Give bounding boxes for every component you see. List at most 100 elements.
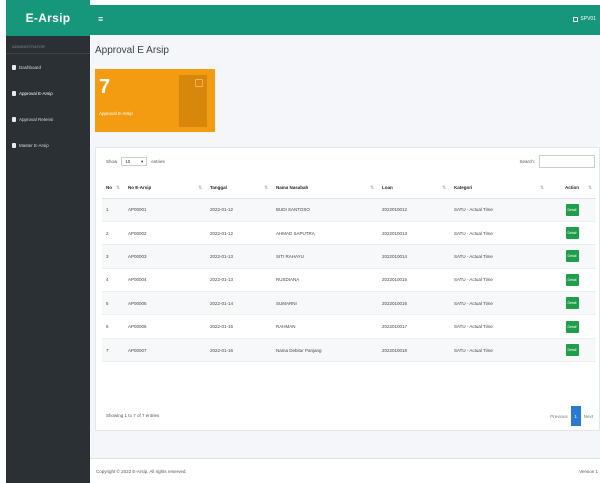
version-text: Version 1 (579, 469, 598, 474)
column-header-kategori[interactable]: Kategori ⇅ (450, 178, 548, 199)
cell-action: Detail (548, 314, 596, 339)
entries-control: Show 10 ▾ entries (106, 157, 165, 166)
cell-no: 6 (102, 314, 124, 339)
topbar: ≡ SPV01 (90, 5, 600, 35)
cell-action: Detail (548, 338, 596, 363)
stat-label: Approval E-Arsip (99, 111, 133, 116)
table-row: 7 AP00007 2022-01-16 Nama Debitur Panjan… (102, 338, 596, 363)
cell-loan: 2022010013 (378, 221, 450, 246)
cell-nama-nasabah: AHMAD SAPUTRA (272, 221, 378, 246)
search-control: Search: (519, 155, 595, 168)
cell-action: Detail (548, 291, 596, 316)
sidebar: E-Arsip ADMINISTRATOR Dashboard Approval… (6, 0, 90, 483)
cell-no-earsip: AP00005 (124, 291, 206, 316)
cell-kategori: SATU - Actual Time (450, 338, 548, 363)
search-input[interactable] (539, 155, 595, 168)
table-header-row: No ⇅ No E-Arsip ⇅ Tanggal ⇅ Nama Nasabah ⇅ L… (102, 178, 596, 199)
cell-loan: 2022010018 (378, 338, 450, 363)
cell-no: 7 (102, 338, 124, 363)
cell-kategori: SATU - Actual Time (450, 314, 548, 339)
search-label: Search: (519, 159, 535, 164)
cell-action: Detail (548, 244, 596, 269)
stat-card[interactable]: 7 Approval E-Arsip (95, 69, 215, 132)
cell-no-earsip: AP00001 (124, 198, 206, 222)
cell-nama-nasabah: RUSDIANA (272, 268, 378, 293)
file-icon (12, 90, 16, 96)
cell-kategori: SATU - Actual Time (450, 198, 548, 222)
entries-suffix: entries (151, 159, 165, 164)
pagination: Previous 1 Next (550, 406, 593, 426)
table-row: 4 AP00004 2022-01-13 RUSDIANA 2022010015… (102, 268, 596, 293)
table-row: 3 AP00003 2022-01-13 SITI RAHAYU 2022010… (102, 244, 596, 269)
cell-no-earsip: AP00007 (124, 338, 206, 363)
cell-nama-nasabah: BUDI SANTOSO (272, 198, 378, 222)
cell-tanggal: 2022-01-13 (206, 244, 272, 269)
copyright-text: Copyright © 2022 E-Arsip. All rights res… (96, 469, 187, 474)
entries-value: 10 (125, 159, 131, 164)
cell-no-earsip: AP00002 (124, 221, 206, 246)
page-button-current[interactable]: 1 (570, 406, 581, 426)
column-header-action[interactable]: Action ⇅ (548, 178, 596, 199)
cell-kategori: SATU - Actual Time (450, 244, 548, 269)
sidebar-item-dashboard[interactable]: Dashboard (6, 54, 90, 80)
detail-button[interactable]: Detail (565, 273, 579, 286)
cell-tanggal: 2022-01-13 (206, 268, 272, 293)
column-header-no-earsip[interactable]: No E-Arsip ⇅ (124, 178, 206, 199)
cell-tanggal: 2022-01-15 (206, 314, 272, 339)
dashboard-icon (12, 64, 16, 70)
cell-loan: 2022010015 (378, 268, 450, 293)
table-row: 5 AP00005 2022-01-14 SUMARNI 2022010016 … (102, 291, 596, 316)
approval-table: No ⇅ No E-Arsip ⇅ Tanggal ⇅ Nama Nasabah ⇅ L… (102, 178, 596, 363)
user-name: SPV01 (580, 16, 596, 22)
cell-no: 2 (102, 221, 124, 246)
cell-kategori: SATU - Actual Time (450, 291, 548, 316)
table-row: 2 AP00002 2022-01-12 AHMAD SAPUTRA 20220… (102, 221, 596, 246)
detail-button[interactable]: Detail (565, 203, 579, 216)
cell-action: Detail (548, 198, 596, 222)
cell-loan: 2022010017 (378, 314, 450, 339)
sidebar-item-master-earsip[interactable]: Master E-Arsip (6, 132, 90, 158)
cell-loan: 2022010014 (378, 244, 450, 269)
bars-icon[interactable]: ≡ (98, 14, 103, 24)
sidebar-item-approval-earsip[interactable]: Approval E-Arsip (6, 80, 90, 106)
cell-kategori: SATU - Actual Time (450, 268, 548, 293)
cell-loan: 2022010012 (378, 198, 450, 222)
cell-tanggal: 2022-01-14 (206, 291, 272, 316)
previous-button[interactable]: Previous (550, 414, 568, 419)
sidebar-user-label: ADMINISTRATOR (6, 40, 90, 54)
file-icon (12, 142, 16, 148)
user-menu[interactable]: SPV01 (573, 16, 596, 22)
detail-button[interactable]: Detail (565, 320, 579, 333)
cell-tanggal: 2022-01-12 (206, 198, 272, 222)
column-header-loan[interactable]: Loan ⇅ (378, 178, 450, 199)
entries-select[interactable]: 10 ▾ (121, 157, 148, 166)
table-card: Show 10 ▾ entries Search: No ⇅ No E-Arsip… (95, 147, 600, 431)
sidebar-item-label: Master E-Arsip (19, 142, 49, 148)
cell-action: Detail (548, 268, 596, 293)
next-button[interactable]: Next (584, 414, 593, 419)
sidebar-item-label: Dashboard (19, 64, 42, 70)
cell-action: Detail (548, 221, 596, 246)
detail-button[interactable]: Detail (565, 297, 579, 310)
cell-kategori: SATU - Actual Time (450, 221, 548, 246)
cell-no: 1 (102, 198, 124, 222)
cell-no: 4 (102, 268, 124, 293)
column-header-no[interactable]: No ⇅ (102, 178, 124, 199)
detail-button[interactable]: Detail (565, 227, 579, 240)
file-icon (179, 75, 207, 127)
footer: Copyright © 2022 E-Arsip. All rights res… (90, 458, 600, 483)
main-content: Approval E Arsip 7 Approval E-Arsip Show… (90, 35, 600, 483)
sidebar-item-approval-retensi[interactable]: Approval Retensi (6, 106, 90, 132)
cell-tanggal: 2022-01-12 (206, 221, 272, 246)
cell-no: 3 (102, 244, 124, 269)
cell-no-earsip: AP00003 (124, 244, 206, 269)
cell-nama-nasabah: SUMARNI (272, 291, 378, 316)
cell-no: 5 (102, 291, 124, 316)
brand-logo[interactable]: E-Arsip (6, 0, 90, 36)
stat-value: 7 (99, 76, 111, 98)
detail-button[interactable]: Detail (565, 250, 579, 263)
cell-nama-nasabah: RAHMAN (272, 314, 378, 339)
column-header-nama-nasabah[interactable]: Nama Nasabah ⇅ (272, 178, 378, 199)
column-header-tanggal[interactable]: Tanggal ⇅ (206, 178, 272, 199)
detail-button[interactable]: Detail (565, 344, 579, 357)
